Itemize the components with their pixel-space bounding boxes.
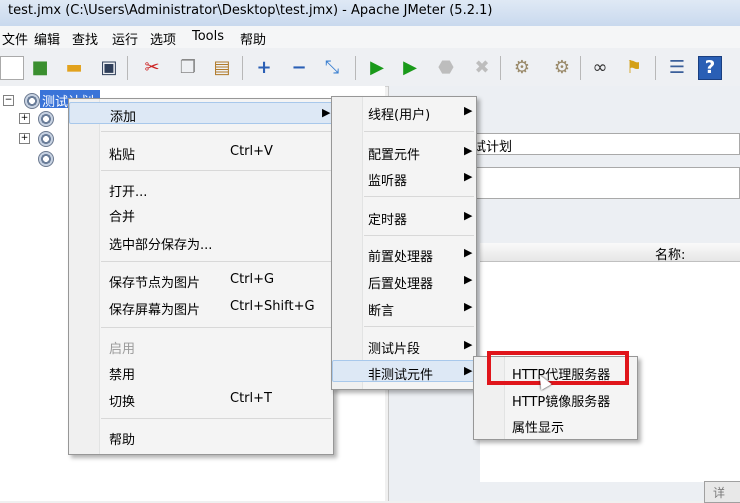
- menu-item-enable: 启用: [109, 342, 136, 357]
- templates-icon[interactable]: ■: [28, 56, 52, 80]
- start-icon[interactable]: ▶: [365, 56, 389, 80]
- window-title: test.jmx (C:\Users\Administrator\Desktop…: [8, 3, 493, 18]
- detail-button[interactable]: 详: [704, 481, 740, 503]
- menu-item-timer[interactable]: 定时器 ▶: [332, 206, 476, 228]
- cut-icon[interactable]: ✂: [140, 56, 164, 80]
- menu-item-toggle[interactable]: 切换 Ctrl+T: [69, 388, 333, 410]
- clear-icon[interactable]: ⚙: [510, 56, 534, 80]
- toggle-icon[interactable]: ⤡: [320, 56, 344, 80]
- new-icon[interactable]: [0, 56, 24, 80]
- menu-search[interactable]: 查找: [72, 29, 98, 48]
- title-bar: test.jmx (C:\Users\Administrator\Desktop…: [0, 0, 740, 26]
- thread-group-icon: [38, 131, 54, 147]
- expand-icon[interactable]: +: [252, 56, 276, 80]
- help-icon[interactable]: ?: [698, 56, 722, 80]
- menu-edit[interactable]: 编辑: [34, 29, 60, 48]
- menu-item-test-fragment[interactable]: 测试片段 ▶: [332, 335, 476, 357]
- stop-icon[interactable]: ⬣: [434, 56, 458, 80]
- menu-item-postprocessor[interactable]: 后置处理器 ▶: [332, 270, 476, 292]
- non-test-submenu: HTTP代理服务器 HTTP镜像服务器 属性显示: [473, 356, 638, 440]
- menu-item-merge[interactable]: 合并: [69, 203, 333, 225]
- paste-icon[interactable]: ▤: [210, 56, 234, 80]
- menu-item-disable[interactable]: 禁用: [69, 361, 333, 383]
- menu-item-assertion[interactable]: 断言 ▶: [332, 297, 476, 319]
- function-helper-icon[interactable]: ☰: [665, 56, 689, 80]
- submenu-arrow-icon: ▶: [464, 246, 473, 259]
- comments-field[interactable]: [470, 167, 740, 199]
- copy-icon[interactable]: ❐: [176, 56, 200, 80]
- clear-all-icon[interactable]: ⚙: [550, 56, 574, 80]
- menu-options[interactable]: 选项: [150, 29, 176, 48]
- collapse-icon[interactable]: −: [287, 56, 311, 80]
- menu-item-save-selection[interactable]: 选中部分保存为...: [69, 231, 333, 253]
- submenu-arrow-icon: ▶: [464, 300, 473, 313]
- submenu-arrow-icon: ▶: [464, 170, 473, 183]
- save-icon[interactable]: ▣: [97, 56, 121, 80]
- menu-item-save-node-image[interactable]: 保存节点为图片 Ctrl+G: [69, 269, 333, 291]
- submenu-arrow-icon: ▶: [464, 144, 473, 157]
- menu-item-paste[interactable]: 粘贴 Ctrl+V: [69, 141, 333, 163]
- shutdown-icon[interactable]: ✖: [470, 56, 494, 80]
- menu-item-http-proxy[interactable]: HTTP代理服务器: [474, 361, 637, 383]
- menu-item-open[interactable]: 打开...: [69, 178, 333, 200]
- menu-file[interactable]: 文件: [2, 29, 28, 48]
- menu-item-save-screen-image[interactable]: 保存屏幕为图片 Ctrl+Shift+G: [69, 296, 333, 318]
- menu-item-threads[interactable]: 线程(用户) ▶: [332, 101, 476, 123]
- menu-bar: 文件 编辑 查找 运行 选项 Tools 帮助: [0, 26, 740, 48]
- submenu-arrow-icon: ▶: [322, 106, 331, 119]
- reset-search-icon[interactable]: ⚑: [622, 56, 646, 80]
- variables-table-header: 名称:: [480, 243, 740, 263]
- test-plan-icon: [24, 93, 40, 109]
- menu-item-add[interactable]: 添加 ▶: [69, 102, 333, 125]
- menu-tools[interactable]: Tools: [192, 29, 224, 44]
- menu-item-listener[interactable]: 监听器 ▶: [332, 167, 476, 189]
- workbench-icon: [38, 151, 54, 167]
- menu-item-preprocessor[interactable]: 前置处理器 ▶: [332, 243, 476, 265]
- thread-group-icon: [38, 111, 54, 127]
- menu-item-property-display[interactable]: 属性显示: [474, 414, 637, 436]
- toolbar: ■ ▬ ▣ ✂ ❐ ▤ + − ⤡ ▶ ▶ ⬣ ✖ ⚙ ⚙ ∞ ⚑ ☰ ?: [0, 48, 740, 87]
- tree-expander[interactable]: +: [19, 133, 30, 144]
- submenu-arrow-icon: ▶: [464, 338, 473, 351]
- menu-item-help[interactable]: 帮助: [69, 426, 333, 448]
- submenu-arrow-icon: ▶: [464, 104, 473, 117]
- column-name: 名称:: [655, 248, 686, 263]
- open-icon[interactable]: ▬: [62, 56, 86, 80]
- menu-item-config[interactable]: 配置元件 ▶: [332, 141, 476, 163]
- name-field[interactable]: 试计划: [470, 133, 740, 155]
- search-icon[interactable]: ∞: [588, 56, 612, 80]
- start-no-pause-icon[interactable]: ▶: [398, 56, 422, 80]
- submenu-arrow-icon: ▶: [464, 273, 473, 286]
- menu-item-non-test[interactable]: 非测试元件 ▶: [332, 360, 476, 383]
- context-menu: 添加 ▶ 粘贴 Ctrl+V 打开... 合并 选中部分保存为... 保存节点为…: [68, 98, 334, 455]
- submenu-arrow-icon: ▶: [464, 364, 473, 377]
- tree-expander[interactable]: −: [3, 95, 14, 106]
- add-submenu: 线程(用户) ▶ 配置元件 ▶ 监听器 ▶ 定时器 ▶ 前置处理器 ▶ 后置处理…: [331, 96, 477, 390]
- menu-item-http-mirror[interactable]: HTTP镜像服务器: [474, 388, 637, 410]
- tree-expander[interactable]: +: [19, 113, 30, 124]
- submenu-arrow-icon: ▶: [464, 209, 473, 222]
- menu-run[interactable]: 运行: [112, 29, 138, 48]
- menu-help[interactable]: 帮助: [240, 29, 266, 48]
